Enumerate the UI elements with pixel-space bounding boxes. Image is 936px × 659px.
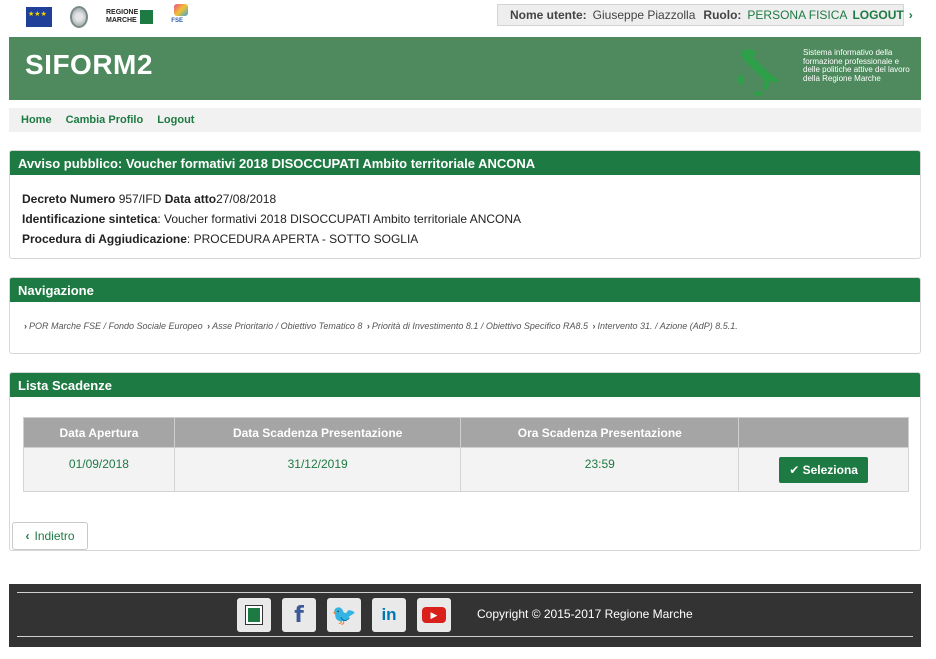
italian-republic-emblem <box>70 6 88 28</box>
fse-logo-text: FSE <box>171 18 183 24</box>
scadenze-panel: Lista Scadenze Data Apertura Data Scaden… <box>9 372 921 551</box>
cell-data-scadenza: 31/12/2019 <box>173 447 462 492</box>
procedura-row: Procedura di Aggiudicazione: PROCEDURA A… <box>22 229 908 249</box>
decreto-value: 957/IFD <box>118 192 162 206</box>
indietro-button[interactable]: ‹ Indietro <box>12 522 88 550</box>
top-nav: Home Cambia Profilo Logout <box>9 108 921 132</box>
site-title: SIFORM2 <box>25 49 153 80</box>
col-ora-scadenza: Ora Scadenza Presentazione <box>460 417 740 448</box>
italy-map-icon <box>737 49 779 96</box>
site-description: Sistema informativo della formazione pro… <box>803 48 910 83</box>
cell-data-apertura: 01/09/2018 <box>23 447 175 492</box>
seleziona-label: Seleziona <box>802 463 858 477</box>
decreto-row: Decreto Numero 957/IFD Data atto27/08/20… <box>22 189 908 209</box>
procedura-label: Procedura di Aggiudicazione <box>22 232 187 246</box>
breadcrumb-item[interactable]: Asse Prioritario / Obiettivo Tematico 8 <box>212 321 362 331</box>
site-footer: f 🐦 in ▶ Copyright © 2015-2017 Regione M… <box>9 584 921 647</box>
table-header-row: Data Apertura Data Scadenza Presentazion… <box>23 417 909 448</box>
role-label: Ruolo: <box>703 8 742 22</box>
breadcrumb-item[interactable]: POR Marche FSE / Fondo Sociale Europeo <box>29 321 203 331</box>
breadcrumb-item[interactable]: Priorità di Investimento 8.1 / Obiettivo… <box>372 321 588 331</box>
fse-logo: FSE <box>171 4 193 30</box>
identificazione-label: Identificazione sintetica <box>22 212 158 226</box>
social-icons: f 🐦 in ▶ <box>237 598 451 632</box>
navigazione-title: Navigazione <box>10 278 920 302</box>
table-row: 01/09/2018 31/12/2019 23:59 ✔ Seleziona <box>23 447 909 492</box>
scadenze-table: Data Apertura Data Scadenza Presentazion… <box>23 417 909 492</box>
scadenze-title: Lista Scadenze <box>10 373 920 397</box>
cell-ora-scadenza: 23:59 <box>460 447 740 492</box>
data-atto-value: 27/08/2018 <box>216 192 277 206</box>
role-value: PERSONA FISICA <box>747 8 848 22</box>
col-data-apertura: Data Apertura <box>23 417 175 448</box>
nav-home[interactable]: Home <box>21 114 52 126</box>
copyright-text: Copyright © 2015-2017 Regione Marche <box>477 607 693 621</box>
decreto-label: Decreto Numero <box>22 192 116 206</box>
avviso-title: Avviso pubblico: Voucher formativi 2018 … <box>10 151 920 175</box>
nav-logout[interactable]: Logout <box>157 114 194 126</box>
youtube-icon[interactable]: ▶ <box>417 598 451 632</box>
eu-flag-logo <box>26 7 52 27</box>
user-info-box: Nome utente: Giuseppe Piazzolla Ruolo: P… <box>497 4 913 26</box>
cell-actions: ✔ Seleziona <box>738 447 909 492</box>
seleziona-button[interactable]: ✔ Seleziona <box>779 457 868 483</box>
chevron-right-icon[interactable]: › <box>909 8 913 22</box>
regione-marche-logo-text: REGIONE MARCHE <box>106 9 139 24</box>
col-actions <box>738 417 909 448</box>
data-atto-label: Data atto <box>164 192 217 206</box>
identificazione-value: : Voucher formativi 2018 DISOCCUPATI Amb… <box>157 212 522 226</box>
user-name: Giuseppe Piazzolla <box>592 8 696 22</box>
regione-marche-logo: REGIONE MARCHE <box>106 9 154 25</box>
site-header: SIFORM2 Sistema informativo della formaz… <box>9 37 921 100</box>
chevron-right-icon: › <box>366 321 370 331</box>
indietro-label: Indietro <box>34 529 75 543</box>
footer-divider <box>17 636 913 637</box>
identificazione-row: Identificazione sintetica: Voucher forma… <box>22 209 908 229</box>
chevron-right-icon: › <box>592 321 596 331</box>
facebook-icon[interactable]: f <box>282 598 316 632</box>
logout-link[interactable]: LOGOUT <box>852 8 903 22</box>
top-bar: REGIONE MARCHE FSE Nome utente: Giuseppe… <box>0 0 936 36</box>
navigazione-panel: Navigazione › POR Marche FSE / Fondo Soci… <box>9 277 921 354</box>
twitter-icon[interactable]: 🐦 <box>327 598 361 632</box>
breadcrumb-item[interactable]: Intervento 31. / Azione (AdP) 8.5.1. <box>597 321 737 331</box>
user-label: Nome utente: <box>510 8 587 22</box>
institution-logos: REGIONE MARCHE FSE <box>26 4 193 30</box>
procedura-value: : PROCEDURA APERTA - SOTTO SOGLIA <box>186 232 419 246</box>
check-icon: ✔ <box>789 463 800 477</box>
nav-cambia-profilo[interactable]: Cambia Profilo <box>66 114 144 126</box>
col-data-scadenza: Data Scadenza Presentazione <box>173 417 462 448</box>
regione-marche-icon[interactable] <box>237 598 271 632</box>
chevron-right-icon: › <box>207 321 211 331</box>
chevron-left-icon: ‹ <box>25 529 30 543</box>
avviso-panel: Avviso pubblico: Voucher formativi 2018 … <box>9 150 921 259</box>
linkedin-icon[interactable]: in <box>372 598 406 632</box>
footer-divider <box>17 592 913 593</box>
breadcrumb: › POR Marche FSE / Fondo Sociale Europeo … <box>10 302 920 350</box>
chevron-right-icon: › <box>24 321 27 331</box>
